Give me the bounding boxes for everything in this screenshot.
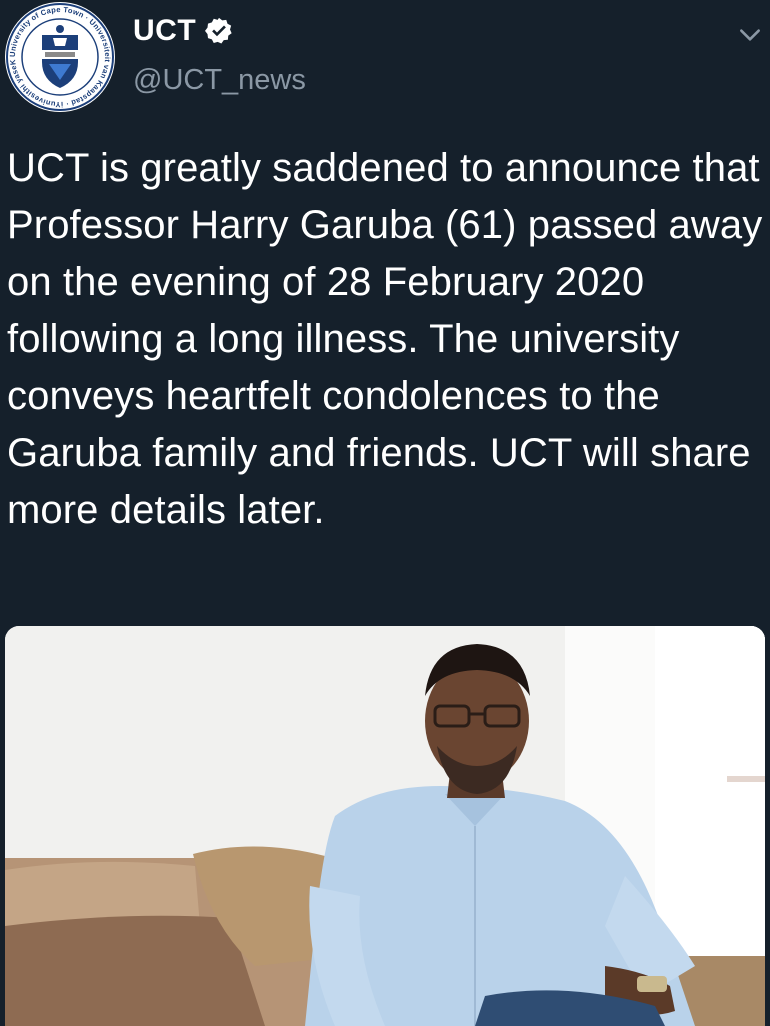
tweet-card: University of Cape Town · Universiteit v… <box>0 0 770 1026</box>
profile-avatar[interactable]: University of Cape Town · Universiteit v… <box>5 2 115 112</box>
account-name-row[interactable]: UCT <box>133 14 234 48</box>
photo-image <box>5 626 765 1026</box>
tweet-text: UCT is greatly saddened to announce that… <box>7 146 763 532</box>
chevron-down-icon[interactable] <box>737 22 763 48</box>
verified-badge-icon <box>205 17 232 44</box>
uct-crest-logo-icon: University of Cape Town · Universiteit v… <box>5 2 114 111</box>
display-name[interactable]: UCT <box>133 14 196 48</box>
tweet-photo[interactable] <box>5 626 765 1026</box>
account-handle[interactable]: @UCT_news <box>133 64 306 97</box>
